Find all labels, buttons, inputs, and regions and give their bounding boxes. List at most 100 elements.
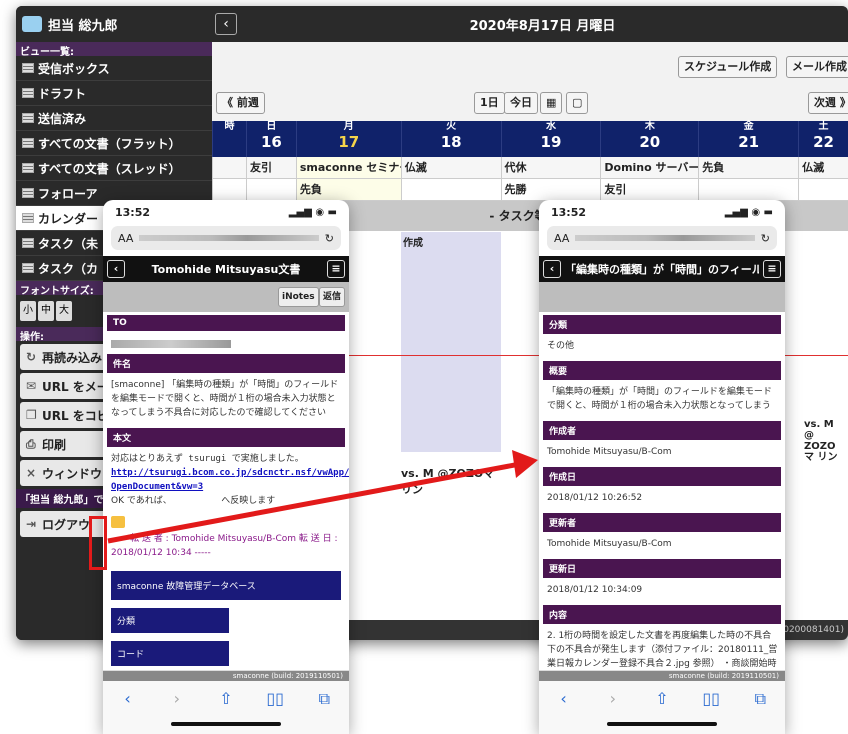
event-cell[interactable]: Domino サーバーを [600,157,698,178]
prev-week-button[interactable]: 《 前週 [216,92,265,114]
event-cell[interactable]: 先負 [698,157,798,178]
bookmarks-icon[interactable]: ▯▯ [701,689,721,709]
sidebar-item-inbox[interactable]: 受信ボックス [16,56,212,81]
bookmarks-icon[interactable]: ▯▯ [265,689,285,709]
event-cell[interactable]: 友引 [245,157,296,178]
menu-icon[interactable]: ≡ [763,260,781,278]
event-row: 先負 先勝 友引 [212,179,848,201]
mail-icon: ✉ [26,379,37,393]
create-mail-button[interactable]: メール作成 [786,56,848,78]
forward-icon[interactable]: › [167,689,187,709]
view-section-label: ビュー一覧: [16,42,212,58]
weekday: 日 [266,121,277,132]
day-number: 17 [338,133,360,151]
tabs-icon[interactable]: ⧉ [750,689,770,709]
back-button[interactable]: ‹ [215,13,237,35]
sidebar-item-drafts[interactable]: ドラフト [16,81,212,106]
event-cell[interactable] [245,179,296,200]
event-cell[interactable] [798,179,848,200]
code-tab[interactable]: コード [111,641,229,666]
window-view-icon[interactable]: ▢ [566,92,588,114]
event-cell[interactable]: 友引 [600,179,698,200]
doc-title-bar: ‹ Tomohide Mitsuyasu文書 ≡ [103,256,349,282]
user-header: 担当 総九郎 [16,6,212,42]
day-header-20[interactable]: 木 20 [600,121,698,157]
share-icon[interactable]: ⇧ [216,689,236,709]
day-header-19[interactable]: 水 19 [500,121,601,157]
event-title: vs. M @ZOZOマ [401,467,495,480]
home-indicator [607,722,717,726]
day-number: 22 [813,133,834,151]
event-cell[interactable]: 先負 [295,179,401,200]
doclink-icon[interactable] [111,516,125,528]
sidebar-item-label: 送信済み [38,111,87,126]
forward-icon[interactable]: › [603,689,623,709]
font-medium-button[interactable]: 中 [38,301,54,321]
event-text-sat[interactable]: vs. M @ ZOZOマ リン [804,419,844,463]
signal-wifi-battery-icon: ▂▄▆ ◉ ▬ [724,206,773,218]
tabs-icon[interactable]: ⧉ [314,689,334,709]
reload-icon[interactable]: ↻ [761,232,770,245]
text-size-button[interactable]: AA [118,232,133,245]
home-indicator [171,722,281,726]
day-header-22[interactable]: 土 22 [798,121,848,157]
updater-value: Tomohide Mitsuyasu/B-Com [547,539,672,549]
day-number: 20 [639,133,661,151]
logout-icon: ⇥ [26,517,37,531]
reload-icon[interactable]: ↻ [325,232,334,245]
create-schedule-button[interactable]: スケジュール作成 [678,56,778,78]
day-header-16[interactable]: 日 16 [245,121,296,157]
event-cell[interactable]: 仏滅 [798,157,848,178]
day-header-18[interactable]: 火 18 [400,121,501,157]
weekday: 時 [224,121,235,132]
event-cell[interactable]: 先勝 [500,179,601,200]
menu-icon[interactable]: ≡ [327,260,345,278]
calendar-view-icon[interactable]: ▦ [540,92,562,114]
one-day-button[interactable]: 1日 [474,92,505,114]
sidebar-item-all-thread[interactable]: すべての文書（スレッド） [16,156,212,181]
day-header-21[interactable]: 金 21 [698,121,798,157]
url-bar[interactable]: AA ↻ [111,226,341,250]
body-content: 対応はとりあえず tsurugi で実施しました。 http://tsurugi… [103,447,349,565]
reply-button[interactable]: 返信 [319,287,346,307]
event-cell[interactable] [698,179,798,200]
event-text[interactable]: vs. M @ZOZOマ リン [401,465,541,497]
event-cell[interactable]: 代休 [500,157,601,178]
inotes-button[interactable]: iNotes [278,287,319,307]
calendar-icon [22,213,34,223]
url-text [139,235,319,241]
to-label: TO [107,315,345,331]
today-button[interactable]: 今日 [504,92,538,114]
subject-value: [smaconne] 「編集時の種類」が「時間」のフィールドを編集モードで開くと… [111,380,339,418]
back-icon[interactable]: ‹ [118,689,138,709]
next-week-button[interactable]: 次週 》 [808,92,848,114]
reload-icon: ↻ [26,350,37,364]
day-number: 16 [260,133,282,151]
clock: 13:52 [115,205,151,219]
font-large-button[interactable]: 大 [56,301,72,321]
share-icon[interactable]: ⇧ [652,689,672,709]
signal-wifi-battery-icon: ▂▄▆ ◉ ▬ [288,206,337,218]
event-cell[interactable] [400,179,501,200]
category-tab[interactable]: 分類 [111,608,229,633]
back-button[interactable]: ‹ [107,260,125,278]
day-header-17[interactable]: 月 17 [295,121,401,157]
back-icon[interactable]: ‹ [554,689,574,709]
sidebar-item-label: タスク（カ [38,261,99,276]
event-block[interactable]: 作成 [401,232,501,452]
text-size-button[interactable]: AA [554,232,569,245]
sidebar-item-sent[interactable]: 送信済み [16,106,212,131]
sidebar-item-label: 受信ボックス [38,61,110,76]
url-bar[interactable]: AA ↻ [547,226,777,250]
reload-label: 再読み込み [42,350,103,365]
db-link-bar[interactable]: smaconne 故障管理データベース [111,571,341,600]
font-small-button[interactable]: 小 [20,301,36,321]
status-bar: 13:52 ▂▄▆ ◉ ▬ [539,200,785,224]
sidebar-item-label: すべての文書（スレッド） [38,161,181,176]
event-cell[interactable]: smaconne セミナー [295,157,401,178]
sidebar-item-all-flat[interactable]: すべての文書（フラット） [16,131,212,156]
doc-link[interactable]: http://tsurugi.bcom.co.jp/sdcnctr.nsf/vw… [111,466,349,494]
back-button[interactable]: ‹ [543,260,561,278]
event-cell[interactable]: 仏滅 [400,157,501,178]
highlight-box [89,516,107,570]
